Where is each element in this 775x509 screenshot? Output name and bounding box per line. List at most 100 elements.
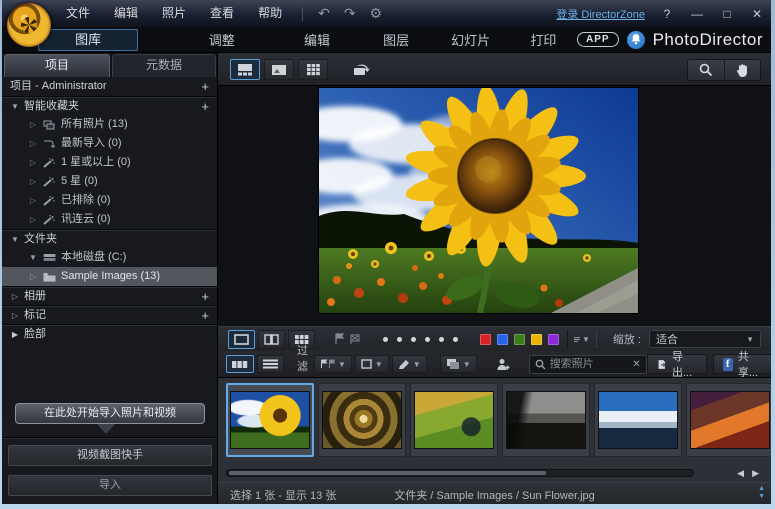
color-label-blue[interactable] xyxy=(497,334,508,345)
tree-albums-section[interactable]: ▷ 相册 + xyxy=(2,286,217,305)
expand-icon[interactable]: ▷ xyxy=(10,306,20,325)
photo-sun-flower[interactable] xyxy=(319,88,638,313)
pan-hand-button[interactable] xyxy=(724,60,761,80)
tree-item-latest-import[interactable]: ▷ 最新导入 (0) xyxy=(2,134,217,153)
thumbnail-spiral-stairs[interactable] xyxy=(318,383,406,457)
filmstrip-scrollbar[interactable] xyxy=(226,469,694,477)
tag-face-button[interactable] xyxy=(490,355,516,373)
add-project-button[interactable]: + xyxy=(201,77,209,96)
color-label-green[interactable] xyxy=(514,334,525,345)
expand-icon[interactable]: ▷ xyxy=(28,134,38,153)
zoom-level-dropdown[interactable]: 适合 ▼ xyxy=(649,330,761,348)
scroll-right-icon[interactable]: ▶ xyxy=(752,468,759,479)
thumbnail-sunset-storm[interactable] xyxy=(686,383,771,457)
tab-layers[interactable]: 图层 xyxy=(361,30,432,49)
login-directorzone-link[interactable]: 登录 DirectorZone xyxy=(556,6,645,22)
sort-options-button[interactable]: ▼ xyxy=(567,330,597,348)
tree-tags-section[interactable]: ▷ 标记 + xyxy=(2,305,217,324)
viewer-grid-view-button[interactable] xyxy=(298,59,328,80)
notification-bell-icon[interactable] xyxy=(627,31,645,49)
maximize-icon[interactable]: □ xyxy=(719,7,735,21)
add-album-button[interactable]: + xyxy=(201,287,209,306)
undo-icon[interactable]: ↶ xyxy=(311,5,337,22)
viewer-filmstrip-view-button[interactable] xyxy=(230,59,260,80)
scroll-up-icon[interactable]: ▲ xyxy=(758,485,765,493)
redo-icon[interactable]: ↷ xyxy=(337,5,363,22)
thumbnail-dark-tower[interactable] xyxy=(502,383,590,457)
menu-help[interactable]: 帮助 xyxy=(246,0,294,27)
tree-item-cyberlink-cloud[interactable]: ▷ 讯连云 (0) xyxy=(2,210,217,229)
filter-flags-button[interactable]: ▼ xyxy=(314,355,352,373)
tab-edit[interactable]: 编辑 xyxy=(273,30,360,49)
video-snapshot-button[interactable]: 视频截图快手 xyxy=(8,445,212,466)
tree-smart-collection[interactable]: ▼ 智能收藏夹 + xyxy=(2,96,217,115)
settings-gear-icon[interactable]: ⚙ xyxy=(363,5,390,22)
tree-faces-section[interactable]: ▶ 脸部 xyxy=(2,324,217,343)
color-label-red[interactable] xyxy=(480,334,491,345)
flag-reject-icon[interactable] xyxy=(349,333,361,345)
viewer-single-view-button[interactable] xyxy=(264,59,294,80)
app-store-button[interactable]: APP xyxy=(577,32,619,47)
scroll-down-icon[interactable]: ▼ xyxy=(758,493,765,501)
expand-icon[interactable]: ▶ xyxy=(10,325,20,344)
tab-library[interactable]: 图库 xyxy=(38,29,138,51)
menu-view[interactable]: 查看 xyxy=(198,0,246,27)
tab-slideshow[interactable]: 幻灯片 xyxy=(432,30,510,49)
import-hint-callout[interactable]: 在此处开始导入照片和视频 xyxy=(15,403,205,424)
rating-dot[interactable] xyxy=(383,337,388,342)
clear-search-icon[interactable]: ✕ xyxy=(632,359,640,370)
expand-icon[interactable]: ▷ xyxy=(28,210,38,229)
scroll-left-icon[interactable]: ◀ xyxy=(737,468,744,479)
single-view-button[interactable] xyxy=(228,330,255,349)
import-button[interactable]: 导入 xyxy=(8,475,212,496)
tree-item-sample-images[interactable]: ▷ Sample Images (13) xyxy=(2,267,217,286)
color-label-purple[interactable] xyxy=(548,334,559,345)
expand-icon[interactable]: ▷ xyxy=(28,115,38,134)
search-input[interactable] xyxy=(550,358,633,370)
add-tag-button[interactable]: + xyxy=(201,306,209,325)
tree-item-rejected[interactable]: ▷ 已排除 (0) xyxy=(2,191,217,210)
tree-item-1-star[interactable]: ▷ 1 星或以上 (0) xyxy=(2,153,217,172)
expand-icon[interactable]: ▷ xyxy=(10,287,20,306)
share-button[interactable]: f 共享... xyxy=(713,354,771,374)
rating-dot[interactable] xyxy=(425,337,430,342)
tab-project[interactable]: 项目 xyxy=(4,54,110,77)
color-label-yellow[interactable] xyxy=(531,334,542,345)
rotate-photo-icon[interactable] xyxy=(346,59,376,80)
tab-print[interactable]: 打印 xyxy=(510,30,577,49)
tree-item-5-star[interactable]: ▷ 5 星 (0) xyxy=(2,172,217,191)
flag-pick-icon[interactable] xyxy=(334,333,345,345)
filter-edited-button[interactable]: ▼ xyxy=(392,355,427,373)
export-button[interactable]: 导出... xyxy=(647,354,707,374)
tree-folders-section[interactable]: ▼ 文件夹 xyxy=(2,229,217,248)
menu-photo[interactable]: 照片 xyxy=(150,0,198,27)
rating-dot[interactable] xyxy=(439,337,444,342)
tab-metadata[interactable]: 元数据 xyxy=(112,54,216,77)
rating-dot[interactable] xyxy=(411,337,416,342)
thumbnail-sunflower[interactable] xyxy=(226,383,314,457)
expand-icon[interactable]: ▷ xyxy=(28,267,38,286)
menu-file[interactable]: 文件 xyxy=(54,0,102,27)
rating-dot[interactable] xyxy=(453,337,458,342)
rating-dots[interactable] xyxy=(383,337,458,342)
expand-icon[interactable]: ▷ xyxy=(28,153,38,172)
photo-viewer[interactable] xyxy=(218,86,771,326)
help-icon[interactable]: ? xyxy=(659,7,675,21)
thumbnail-snowy-lake[interactable] xyxy=(594,383,682,457)
expand-icon[interactable]: ▷ xyxy=(28,191,38,210)
compare-view-button[interactable] xyxy=(258,330,285,349)
list-view-button[interactable] xyxy=(257,355,284,373)
rating-dot[interactable] xyxy=(397,337,402,342)
close-icon[interactable]: ✕ xyxy=(749,7,765,21)
collapse-icon[interactable]: ▼ xyxy=(10,97,20,116)
stack-photos-button[interactable]: ▼ xyxy=(440,355,477,373)
filter-label-button[interactable]: ▼ xyxy=(355,355,389,373)
menu-edit[interactable]: 编辑 xyxy=(102,0,150,27)
zoom-tool-button[interactable] xyxy=(688,60,724,80)
expand-icon[interactable]: ▷ xyxy=(28,172,38,191)
minimize-icon[interactable]: — xyxy=(689,7,705,21)
thumbnail-bicycle[interactable] xyxy=(410,383,498,457)
collapse-icon[interactable]: ▼ xyxy=(28,248,38,267)
tree-item-local-disk[interactable]: ▼ 本地磁盘 (C:) xyxy=(2,248,217,267)
add-smart-collection-button[interactable]: + xyxy=(201,97,209,116)
